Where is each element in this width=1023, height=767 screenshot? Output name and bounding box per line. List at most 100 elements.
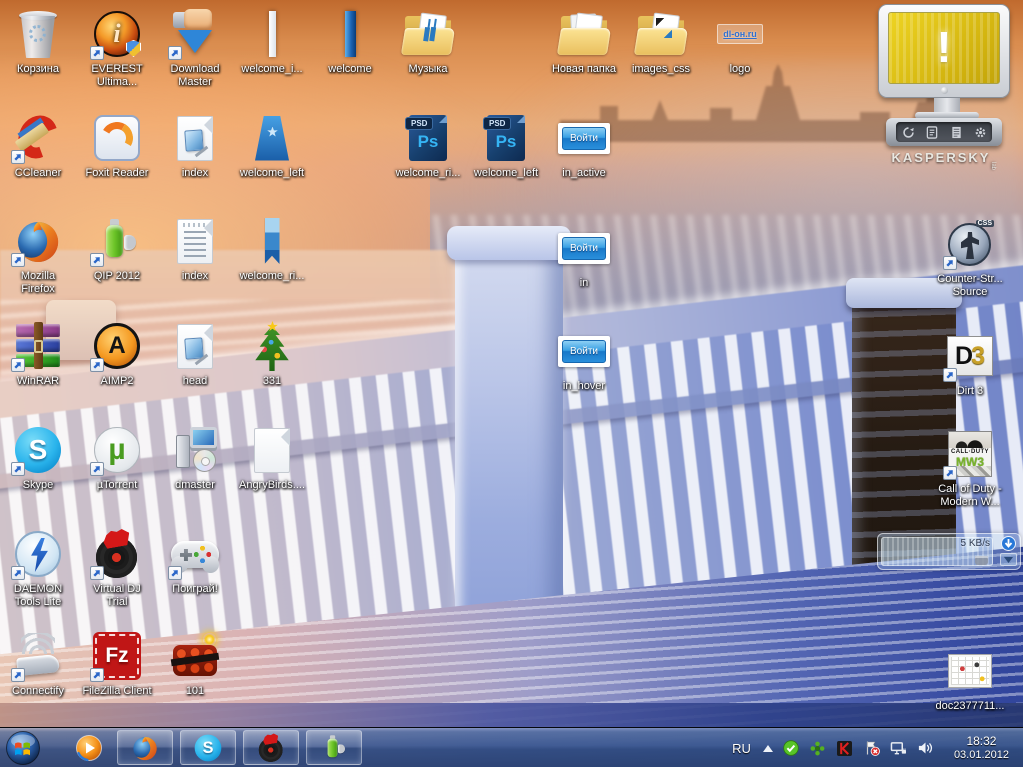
taskbar-button-qip[interactable] bbox=[306, 730, 362, 765]
kaspersky-refresh-button[interactable] bbox=[900, 124, 916, 140]
desktop-icon-welcome-ri[interactable]: PSDPs welcome_ri... bbox=[385, 112, 471, 180]
desktop-icon-winrar[interactable]: WinRAR bbox=[0, 320, 81, 388]
desktop-icon-музыка[interactable]: Музыка bbox=[385, 8, 471, 76]
desktop-icon-label: EVERESTUltima... bbox=[74, 63, 160, 89]
shortcut-arrow-icon bbox=[11, 358, 25, 372]
desktop-icon-label: images_css bbox=[618, 63, 704, 76]
desktop-icon-label: 101 bbox=[152, 685, 238, 698]
taskbar-button-firefox[interactable] bbox=[117, 730, 173, 765]
desktop-icon-label: Call of Duty -Modern W... bbox=[927, 483, 1013, 509]
desktop-icon-label: FileZilla Client bbox=[74, 685, 160, 698]
dm-download-arrow-icon bbox=[1000, 536, 1017, 551]
desktop-icon-label: CCleaner bbox=[0, 167, 81, 180]
desktop-icon-qip-2012[interactable]: QIP 2012 bbox=[74, 215, 160, 283]
start-button[interactable] bbox=[0, 728, 46, 767]
desktop-icon-welcome-left[interactable]: welcome_left bbox=[229, 112, 315, 180]
shortcut-arrow-icon bbox=[11, 668, 25, 682]
desktop-icon-index[interactable]: index bbox=[152, 112, 238, 180]
desktop-icon-filezilla-client[interactable]: Fz FileZilla Client bbox=[74, 630, 160, 698]
taskbar-apps: S bbox=[68, 730, 362, 765]
desktop-icon-dmaster[interactable]: dmaster bbox=[152, 424, 238, 492]
desktop-icon-call-of-duty-modern-w[interactable]: CALL·DUTYMW3 Call of Duty -Modern W... bbox=[927, 428, 1013, 509]
tray-kaspersky-icon[interactable] bbox=[836, 739, 854, 757]
desktop-icon-ccleaner[interactable]: CCleaner bbox=[0, 112, 81, 180]
desktop-icon-everest-ultima[interactable]: i EVERESTUltima... bbox=[74, 8, 160, 89]
photoshop-file-icon: PSDPs bbox=[487, 115, 525, 161]
desktop-icon-angrybirds[interactable]: AngryBirds.... bbox=[229, 424, 315, 492]
desktop-icon-label: Foxit Reader bbox=[74, 167, 160, 180]
clock[interactable]: 18:32 03.01.2012 bbox=[948, 734, 1015, 762]
desktop-icon-label: welcome_i... bbox=[229, 63, 315, 76]
html-document-icon bbox=[177, 324, 213, 369]
dm-dropdown-button[interactable] bbox=[1000, 553, 1017, 566]
desktop-icon-label: welcome_left bbox=[463, 167, 549, 180]
desktop-icon-head[interactable]: head bbox=[152, 320, 238, 388]
kaspersky-news-button[interactable] bbox=[948, 124, 964, 140]
desktop-icon-новая-папка[interactable]: Новая папка bbox=[541, 8, 627, 76]
shortcut-arrow-icon bbox=[943, 466, 957, 480]
desktop-icon-label: Dirt 3 bbox=[927, 385, 1013, 398]
desktop-icon-skype[interactable]: S Skype bbox=[0, 424, 81, 492]
desktop-icon-label: DAEMONTools Lite bbox=[0, 583, 81, 609]
desktop-icon-dirt-3[interactable]: D3 Dirt 3 bbox=[927, 330, 1013, 398]
desktop-icon-label: head bbox=[152, 375, 238, 388]
desktop-icon-label: Музыка bbox=[385, 63, 471, 76]
image-slice-white-icon bbox=[269, 11, 276, 57]
desktop-icon-logo[interactable]: dl-он.ru logo bbox=[697, 8, 783, 76]
music-folder-icon bbox=[403, 13, 453, 55]
desktop-icon-foxit-reader[interactable]: Foxit Reader bbox=[74, 112, 160, 180]
tray-network-icon[interactable] bbox=[890, 739, 908, 757]
tray-qip-icon[interactable] bbox=[809, 739, 827, 757]
kaspersky-gadget[interactable]: ! KASPERSKYlab bbox=[872, 4, 1022, 168]
language-indicator[interactable]: RU bbox=[729, 741, 754, 756]
desktop-icon-101[interactable]: 101 bbox=[152, 630, 238, 698]
shortcut-arrow-icon bbox=[11, 253, 25, 267]
desktop-icon-label: welcome_ri... bbox=[229, 270, 315, 283]
desktop-icon-index[interactable]: index bbox=[152, 215, 238, 283]
desktop-icon-welcome-left[interactable]: PSDPs welcome_left bbox=[463, 112, 549, 180]
desktop-icon-µtorrent[interactable]: µ µTorrent bbox=[74, 424, 160, 492]
desktop-icon-331[interactable]: 331 bbox=[229, 320, 315, 388]
desktop-icon-welcome-ri[interactable]: welcome_ri... bbox=[229, 215, 315, 283]
taskbar-button-skype[interactable]: S bbox=[180, 730, 236, 765]
taskbar-button-windows-media-player[interactable] bbox=[68, 730, 110, 765]
desktop-icon-label: dmaster bbox=[152, 479, 238, 492]
dm-basket-icon bbox=[975, 556, 988, 565]
desktop[interactable]: Корзинаi EVERESTUltima... DownloadMaster… bbox=[0, 0, 1023, 767]
desktop-icon-label: logo bbox=[697, 63, 783, 76]
shortcut-arrow-icon bbox=[90, 46, 104, 60]
desktop-icon-поиграй[interactable]: Поиграй! bbox=[152, 528, 238, 596]
tray-flag-icon[interactable] bbox=[863, 739, 881, 757]
kaspersky-reports-button[interactable] bbox=[924, 124, 940, 140]
desktop-icon-label: µTorrent bbox=[74, 479, 160, 492]
kaspersky-settings-button[interactable] bbox=[972, 124, 988, 140]
download-master-gadget[interactable]: 5 KB/s bbox=[877, 533, 1021, 570]
desktop-icon-download-master[interactable]: DownloadMaster bbox=[152, 8, 238, 89]
desktop-icon-connectify[interactable]: Connectify bbox=[0, 630, 81, 698]
desktop-icon-mozilla-firefox[interactable]: MozillaFirefox bbox=[0, 215, 81, 296]
desktop-icon-virtual-dj-trial[interactable]: Virtual DJTrial bbox=[74, 528, 160, 609]
tray-skype-icon[interactable] bbox=[782, 739, 800, 757]
desktop-icon-images-css[interactable]: images_css bbox=[618, 8, 704, 76]
tray-volume-icon[interactable] bbox=[917, 739, 935, 757]
desktop-icon-counter-str-source[interactable]: CSS Counter-Str...Source bbox=[927, 218, 1013, 299]
desktop-icon-aimp2[interactable]: A AIMP2 bbox=[74, 320, 160, 388]
wifi-waves-icon bbox=[21, 633, 55, 654]
desktop-icon-welcome-i[interactable]: welcome_i... bbox=[229, 8, 315, 76]
desktop-icon-in-hover[interactable]: Войти in_hover bbox=[541, 325, 627, 393]
tray-icons bbox=[782, 739, 935, 757]
desktop-icon-корзина[interactable]: Корзина bbox=[0, 8, 81, 76]
desktop-icon-welcome[interactable]: welcome bbox=[307, 8, 393, 76]
desktop-icon-in[interactable]: Войти in bbox=[541, 222, 627, 290]
kaspersky-brand-suffix: lab bbox=[990, 162, 996, 170]
desktop-icon-daemon-tools-lite[interactable]: DAEMONTools Lite bbox=[0, 528, 81, 609]
taskbar-button-virtual-dj[interactable] bbox=[243, 730, 299, 765]
photoshop-file-icon: PSDPs bbox=[409, 115, 447, 161]
desktop-icon-in-active[interactable]: Войти in_active bbox=[541, 112, 627, 180]
shortcut-arrow-icon bbox=[11, 566, 25, 580]
show-hidden-icons-button[interactable] bbox=[763, 745, 773, 752]
desktop-icon-doc2377711[interactable]: doc2377711... bbox=[927, 645, 1013, 713]
kaspersky-toolbar bbox=[886, 118, 1002, 146]
login-button-image-icon: Войти bbox=[558, 123, 610, 154]
arrows-glyph-icon bbox=[656, 18, 673, 41]
